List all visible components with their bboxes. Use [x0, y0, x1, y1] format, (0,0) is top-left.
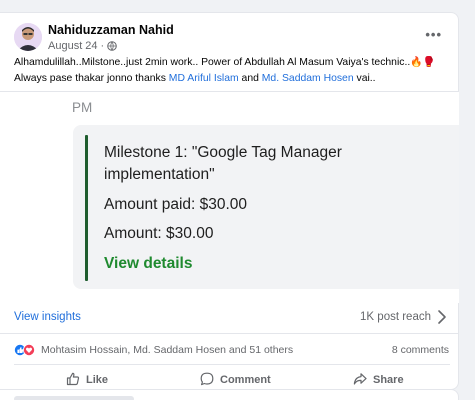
- comment-label: Comment: [220, 374, 271, 386]
- view-details-link: View details: [104, 255, 193, 272]
- comment-button[interactable]: Comment: [200, 369, 271, 391]
- view-insights-link[interactable]: View insights: [14, 311, 81, 323]
- post-meta: August 24 ·: [48, 40, 118, 52]
- post-text-and: and: [238, 73, 262, 84]
- next-post-placeholder: [14, 396, 134, 400]
- reaction-names[interactable]: Mohtasim Hossain, Md. Saddam Hosen and 5…: [41, 344, 293, 356]
- amount: Amount: $30.00: [104, 225, 214, 242]
- author-name[interactable]: Nahiduzzaman Nahid: [48, 23, 174, 37]
- actions-row: Like Comment Share: [14, 364, 450, 392]
- thumbs-up-icon: [66, 372, 80, 389]
- milestone-card: Milestone 1: "Google Tag Manager impleme…: [73, 125, 459, 289]
- post-text-part1: Alhamdulillah..Milstone..just 2min work.…: [14, 57, 411, 68]
- author-avatar[interactable]: [14, 23, 42, 51]
- post-text-part3: vai..: [353, 73, 376, 84]
- mention-ariful-islam[interactable]: MD Ariful Islam: [169, 73, 239, 84]
- shared-image[interactable]: PM Milestone 1: "Google Tag Manager impl…: [0, 91, 459, 303]
- post-text-part2: Always pase thakar jonno thanks: [14, 73, 169, 84]
- post-date[interactable]: August 24: [48, 40, 98, 52]
- reaction-icons[interactable]: [14, 343, 38, 356]
- comment-bubble-icon: [200, 372, 214, 389]
- more-options-icon[interactable]: •••: [425, 27, 442, 42]
- share-arrow-icon: [353, 372, 367, 389]
- comment-count[interactable]: 8 comments: [392, 344, 449, 356]
- milestone-accent-bar: [85, 135, 88, 281]
- insights-row: View insights 1K post reach: [0, 303, 459, 333]
- share-label: Share: [373, 374, 404, 386]
- share-button[interactable]: Share: [353, 369, 404, 391]
- post-card: Nahiduzzaman Nahid August 24 · ••• Alham…: [0, 12, 459, 390]
- next-post-card: [0, 389, 459, 400]
- post-reach[interactable]: 1K post reach: [360, 311, 431, 323]
- post-body-text: Alhamdulillah..Milstone..just 2min work.…: [14, 55, 454, 87]
- amount-paid: Amount paid: $30.00: [104, 196, 248, 213]
- time-label: PM: [72, 100, 93, 115]
- reactions-row: Mohtasim Hossain, Md. Saddam Hosen and 5…: [0, 333, 459, 359]
- chevron-right-icon[interactable]: [437, 309, 447, 325]
- milestone-title: Milestone 1: "Google Tag Manager impleme…: [104, 144, 342, 183]
- like-button[interactable]: Like: [66, 369, 108, 391]
- date-separator: ·: [100, 40, 105, 52]
- fire-boxing-emoji: 🔥🥊: [410, 57, 436, 68]
- globe-icon: [107, 41, 118, 51]
- like-label: Like: [86, 374, 109, 386]
- mention-saddam-hosen[interactable]: Md. Saddam Hosen: [262, 73, 354, 84]
